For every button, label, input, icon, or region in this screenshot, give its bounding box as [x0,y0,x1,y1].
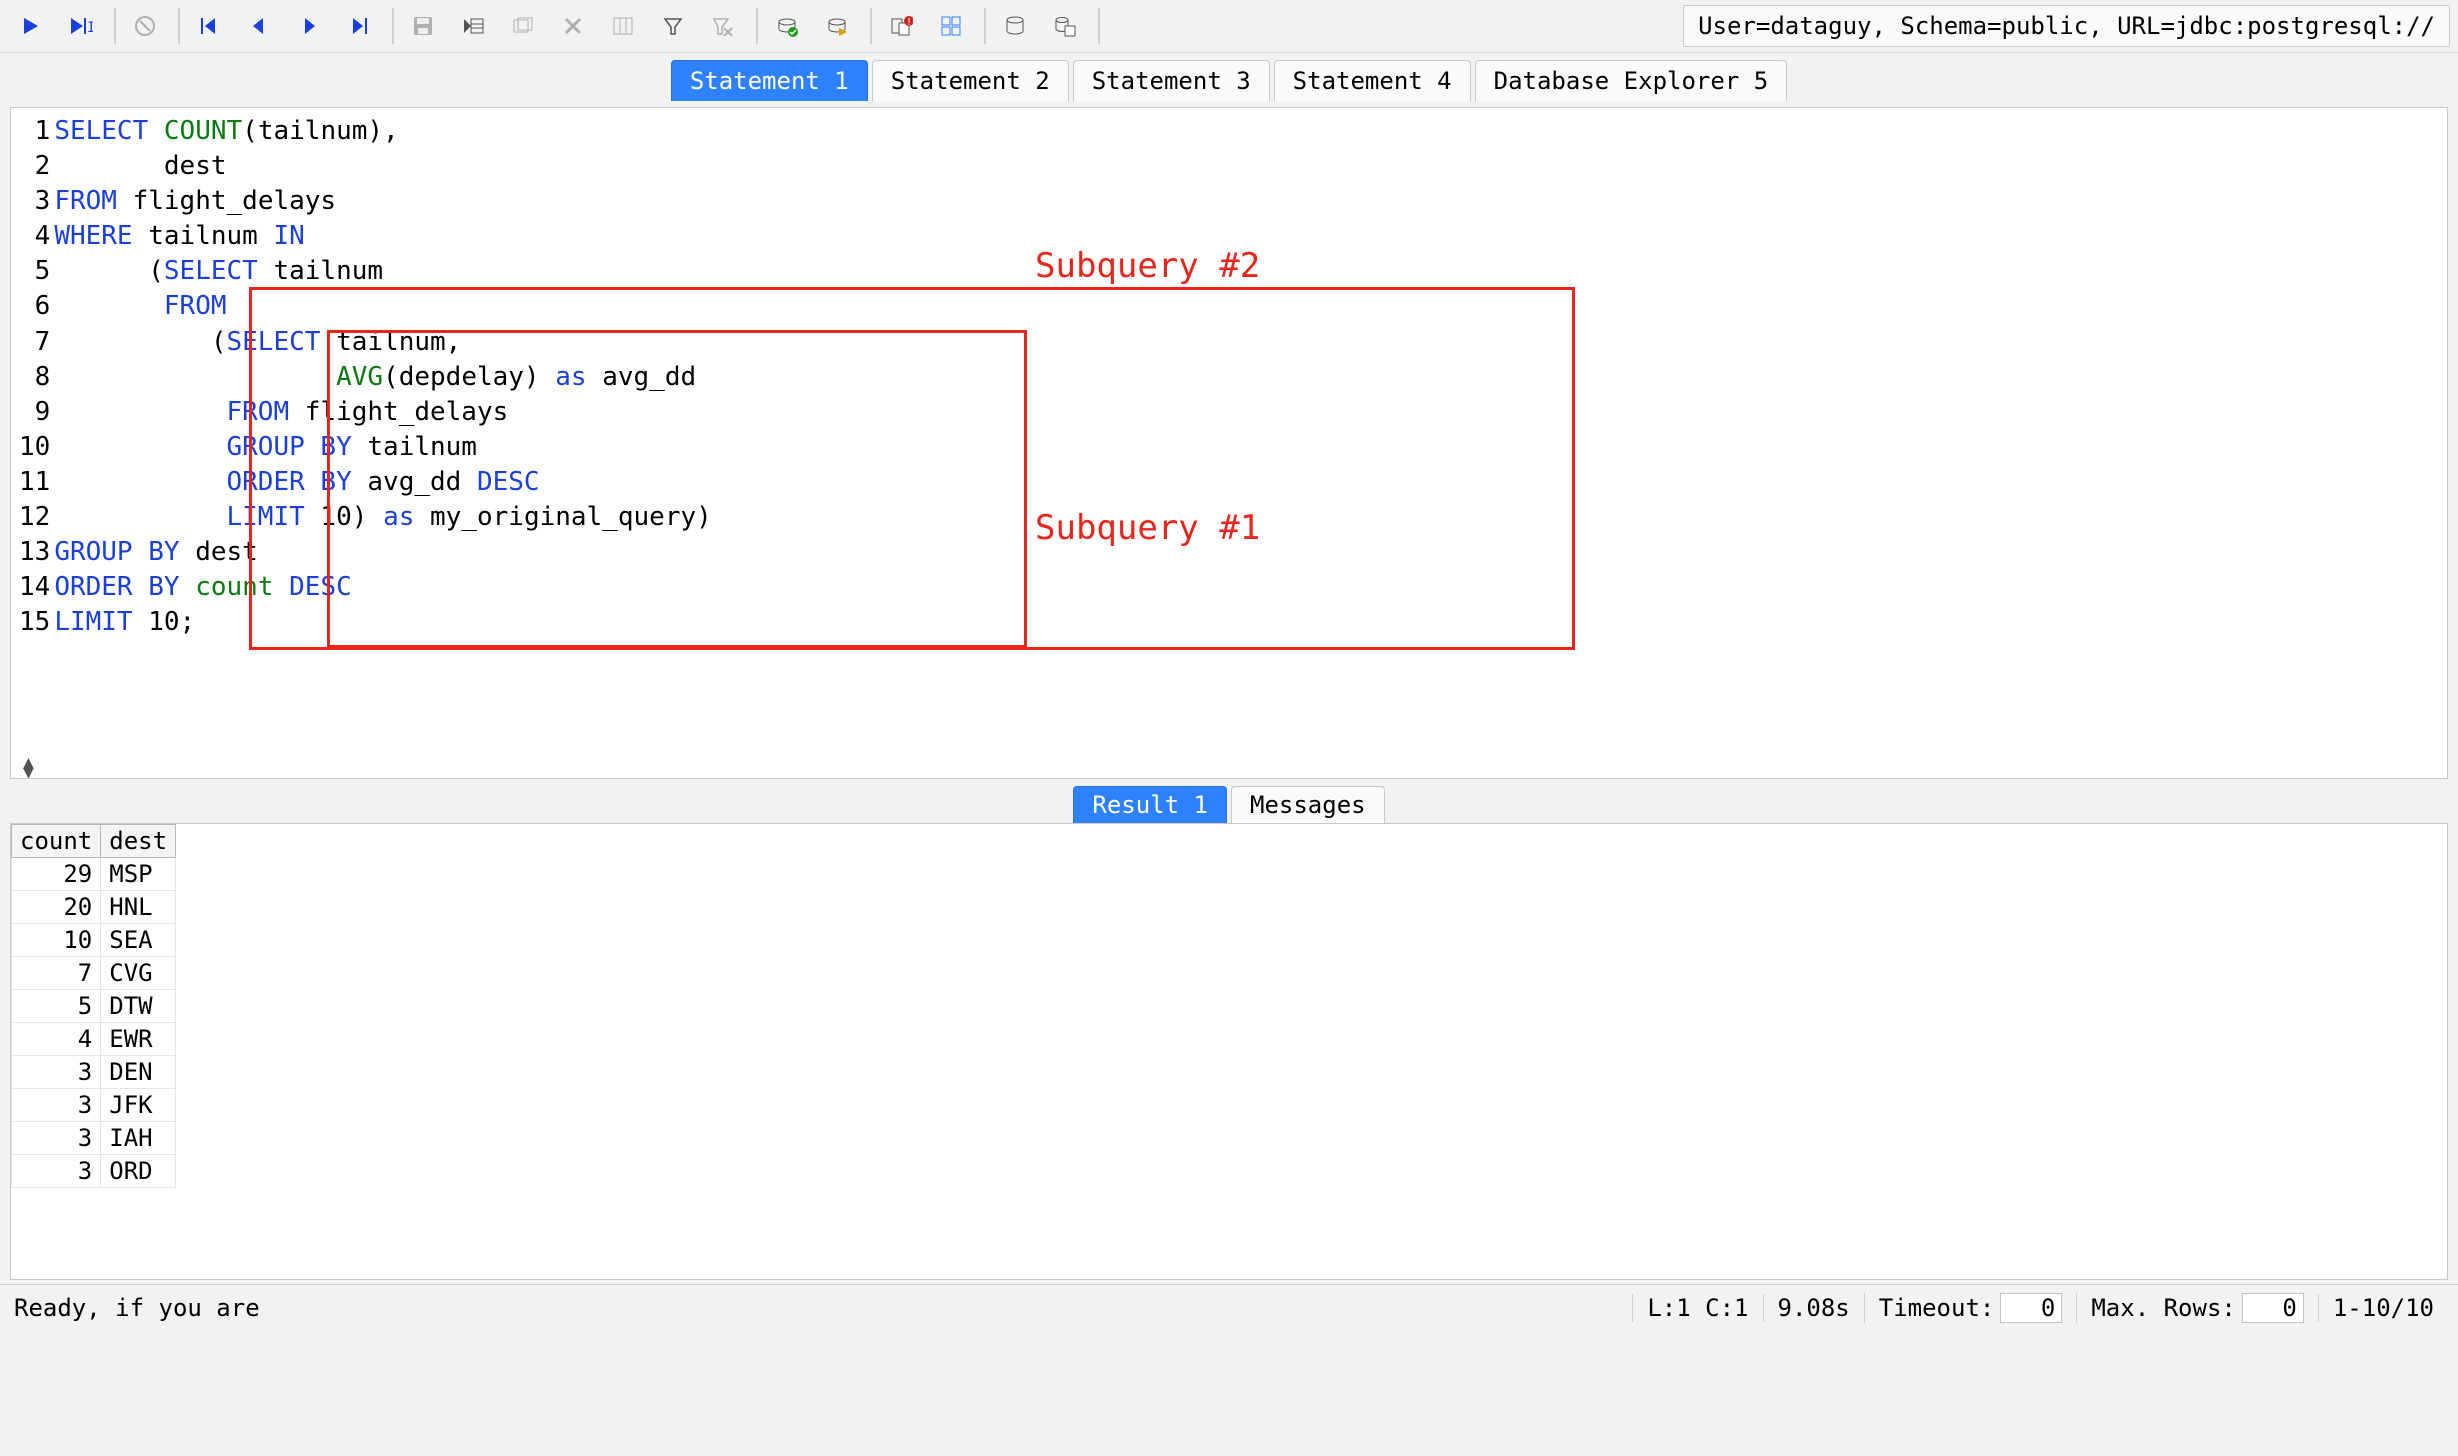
table-row[interactable]: 5DTW [12,990,176,1023]
result-tab[interactable]: Messages [1231,786,1385,823]
column-header[interactable]: dest [101,825,176,858]
toolbar: I ! User=dataguy, Schema=public, URL=jdb… [0,0,2458,53]
database-button[interactable] [992,5,1038,47]
table-row[interactable]: 7CVG [12,957,176,990]
run-button[interactable] [8,5,54,47]
statement-tab[interactable]: Database Explorer 5 [1475,60,1788,101]
column-header[interactable]: count [12,825,101,858]
copy-row-button[interactable] [500,5,546,47]
prev-record-button[interactable] [236,5,282,47]
result-tab[interactable]: Result 1 [1073,786,1227,823]
statement-tabbar: Statement 1Statement 2Statement 3Stateme… [0,53,2458,101]
table-row[interactable]: 29MSP [12,858,176,891]
clear-filter-button[interactable] [700,5,746,47]
rollback-button[interactable] [814,5,860,47]
stop-button[interactable] [122,5,168,47]
annotation-label-subquery2: Subquery #2 [1035,246,1260,286]
maxrows-input[interactable]: 0 [2242,1293,2304,1323]
statement-tab[interactable]: Statement 1 [671,60,868,101]
connection-info: User=dataguy, Schema=public, URL=jdbc:po… [1683,5,2450,47]
result-tabbar: Result 1Messages [10,779,2448,823]
table-row[interactable]: 3JFK [12,1089,176,1122]
status-cursor-position: L:1 C:1 [1632,1294,1762,1322]
status-maxrows: Max. Rows:0 [2076,1293,2318,1323]
insert-row-button[interactable] [450,5,496,47]
table-row[interactable]: 10SEA [12,924,176,957]
table-row[interactable]: 3IAH [12,1122,176,1155]
timeout-input[interactable]: 0 [2000,1293,2062,1323]
line-number-gutter: 123456789101112131415 [11,108,54,640]
annotation-box-subquery1 [327,330,1027,648]
statement-tab[interactable]: Statement 2 [872,60,1069,101]
status-rowrange: 1-10/10 [2318,1294,2448,1322]
first-record-button[interactable] [186,5,232,47]
status-message: Ready, if you are [10,1294,1632,1322]
svg-text:!: ! [906,17,912,28]
sql-editor[interactable]: 123456789101112131415 SELECT COUNT(tailn… [10,107,2448,779]
table-row[interactable]: 3DEN [12,1056,176,1089]
delete-row-button[interactable] [550,5,596,47]
results-grid[interactable]: countdest29MSP20HNL10SEA7CVG5DTW4EWR3DEN… [10,823,2448,1280]
last-record-button[interactable] [336,5,382,47]
statement-tab[interactable]: Statement 3 [1073,60,1270,101]
svg-text:I: I [87,20,93,36]
append-results-button[interactable] [928,5,974,47]
status-elapsed: 9.08s [1763,1294,1864,1322]
status-bar: Ready, if you are L:1 C:1 9.08s Timeout:… [0,1284,2458,1331]
toggle-autocommit-button[interactable]: ! [878,5,924,47]
filter-button[interactable] [650,5,696,47]
table-row[interactable]: 3ORD [12,1155,176,1188]
next-record-button[interactable] [286,5,332,47]
status-timeout: Timeout:0 [1864,1293,2077,1323]
annotation-label-subquery1: Subquery #1 [1035,508,1260,548]
select-columns-button[interactable] [600,5,646,47]
table-row[interactable]: 4EWR [12,1023,176,1056]
statement-tab[interactable]: Statement 4 [1274,60,1471,101]
schema-browser-button[interactable] [1042,5,1088,47]
run-to-cursor-button[interactable]: I [58,5,104,47]
commit-button[interactable] [764,5,810,47]
save-button[interactable] [400,5,446,47]
table-row[interactable]: 20HNL [12,891,176,924]
editor-resize-handle[interactable]: ▲▼ [23,758,34,778]
